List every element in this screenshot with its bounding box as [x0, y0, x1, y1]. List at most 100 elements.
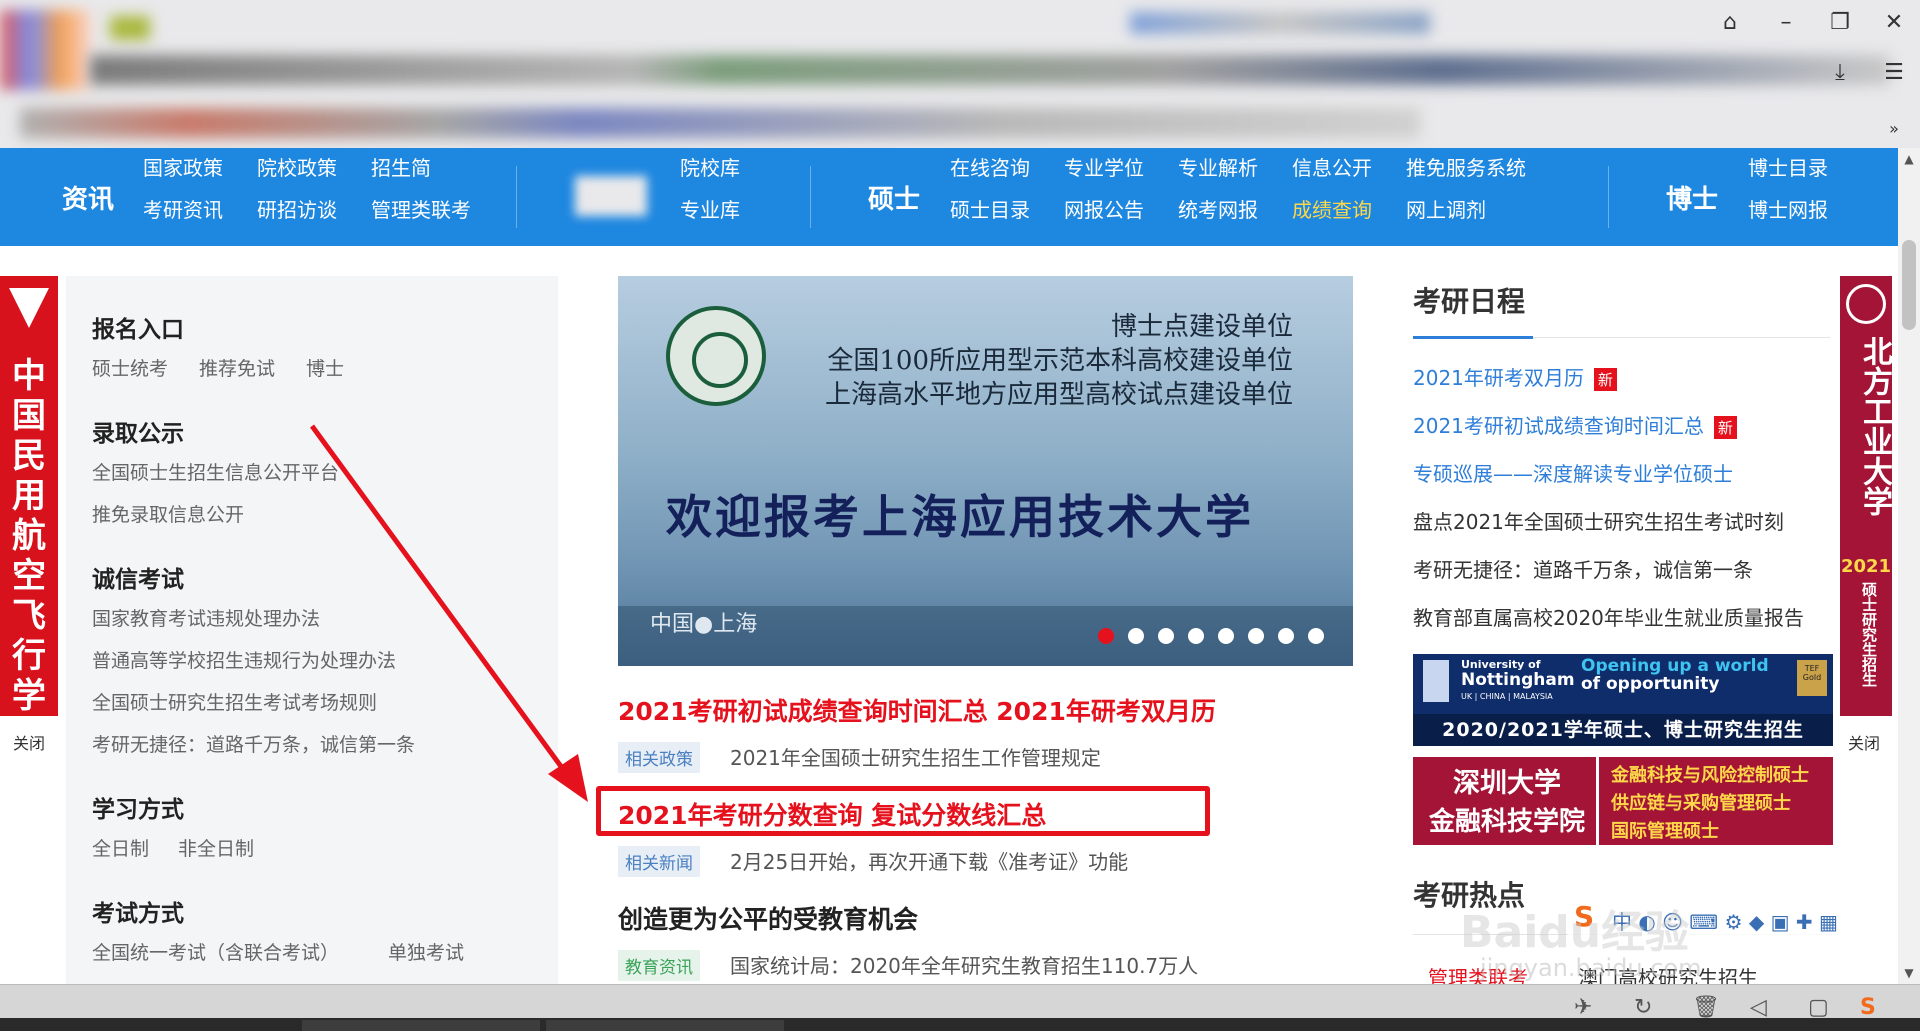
nav-link[interactable]: 研招访谈 — [257, 194, 337, 223]
nav-link[interactable]: 招生简 — [371, 152, 431, 181]
schedule-baseline — [1533, 337, 1830, 338]
nav-link[interactable]: 推免服务系统 — [1406, 152, 1526, 181]
menu-item[interactable]: 考研无捷径：道路千万条，诚信第一条 — [92, 730, 415, 757]
scroll-down-icon[interactable]: ▼ — [1898, 966, 1920, 980]
left-ad-text: 中国民用航空飞行学院 — [12, 356, 46, 756]
news-subline[interactable]: 国家统计局：2020年全年研究生教育招生110.7万人 — [730, 950, 1198, 979]
banner-place: 中国●上海 — [650, 612, 758, 637]
menu-heading: 报名入口 — [92, 317, 184, 343]
nav-link[interactable]: 管理类联考 — [371, 194, 471, 223]
schedule-item[interactable]: 教育部直属高校2020年毕业生就业质量报告 — [1413, 602, 1804, 631]
nav-link[interactable]: 专业解析 — [1178, 152, 1258, 181]
os-taskbar — [0, 1018, 1920, 1031]
history-icon[interactable]: ↻ — [1634, 995, 1652, 1020]
carousel-dot[interactable] — [1218, 628, 1234, 644]
nav-link[interactable]: 院校库 — [680, 152, 740, 181]
news-tag: 相关政策 — [618, 742, 700, 773]
close-icon[interactable]: ✕ — [1876, 12, 1912, 34]
schedule-item[interactable]: 2021年研考双月历新 — [1413, 362, 1617, 391]
schedule-item[interactable]: 专硕巡展——深度解读专业学位硕士 — [1413, 458, 1733, 487]
carousel-dot[interactable] — [1188, 628, 1204, 644]
nav-link[interactable]: 在线咨询 — [950, 152, 1030, 181]
nav-section-doctor[interactable]: 博士 — [1666, 148, 1718, 246]
carousel-dot[interactable] — [1278, 628, 1294, 644]
banner-subline: 博士点建设单位 — [1110, 312, 1293, 342]
carousel-dot[interactable] — [1308, 628, 1324, 644]
more-bookmarks-icon[interactable]: » — [1876, 118, 1912, 140]
download-icon[interactable]: ⤓ — [1822, 62, 1858, 84]
scrollbar-thumb[interactable] — [1902, 240, 1916, 330]
menu-item[interactable]: 博士 — [306, 354, 344, 381]
trash-icon[interactable]: 🗑 — [1692, 995, 1720, 1020]
nav-link[interactable]: 统考网报 — [1178, 194, 1258, 223]
menu-icon[interactable]: ☰ — [1876, 62, 1912, 84]
news-headline[interactable]: 创造更为公平的受教育机会 — [618, 900, 918, 936]
nav-link[interactable]: 硕士目录 — [950, 194, 1030, 223]
watermark: Baidu经验 — [1460, 907, 1690, 958]
schedule-item[interactable]: 考研无捷径：道路千万条，诚信第一条 — [1413, 554, 1753, 583]
left-float-ad[interactable]: 中国民用航空飞行学院 — [0, 276, 58, 756]
sogou-tray-icon[interactable]: S — [1860, 995, 1876, 1020]
carousel-dot[interactable] — [1248, 628, 1264, 644]
skin-icon[interactable]: ⌂ — [1712, 12, 1748, 34]
banner-carousel[interactable]: 博士点建设单位 全国100所应用型示范本科高校建设单位 上海高水平地方应用型高校… — [618, 276, 1353, 666]
nav-section-news[interactable]: 资讯 — [62, 148, 114, 246]
nav-section-master[interactable]: 硕士 — [868, 148, 920, 246]
nav-link[interactable]: 考研资讯 — [143, 194, 223, 223]
banner-title: 欢迎报考上海应用技术大学 — [666, 490, 1254, 544]
schedule-underline — [1413, 336, 1533, 339]
nav-link[interactable]: 博士目录 — [1748, 152, 1828, 181]
menu-item[interactable]: 推荐免试 — [199, 354, 275, 381]
window-icon[interactable]: ▢ — [1808, 995, 1829, 1020]
news-headline[interactable]: 2021考研初试成绩查询时间汇总 2021年研考双月历 — [618, 692, 1216, 728]
menu-item[interactable]: 全国硕士研究生招生考试考场规则 — [92, 688, 377, 715]
browser-chrome: ⌂ – ❐ ✕ ⤓ ☰ » — [0, 0, 1920, 148]
university-seal-icon — [666, 306, 766, 406]
menu-heading: 学习方式 — [92, 797, 184, 823]
menu-item[interactable]: 全国统一考试（含联合考试） — [92, 938, 339, 965]
blurred-address-bar — [90, 55, 1890, 85]
carousel-dot[interactable] — [1158, 628, 1174, 644]
menu-item[interactable]: 全国硕士生招生信息公开平台 — [92, 458, 339, 485]
nav-link[interactable]: 院校政策 — [257, 152, 337, 181]
restore-icon[interactable]: ❐ — [1822, 12, 1858, 34]
schedule-item[interactable]: 盘点2021年全国硕士研究生招生考试时刻 — [1413, 506, 1784, 535]
nav-link[interactable]: 专业学位 — [1064, 152, 1144, 181]
vertical-scrollbar[interactable]: ▲ ▼ — [1898, 148, 1920, 984]
right-float-ad[interactable]: 北方工业大学 2021 硕士研究生招生 — [1840, 276, 1892, 716]
menu-item[interactable]: 单独考试 — [388, 938, 464, 965]
nav-link[interactable]: 信息公开 — [1292, 152, 1372, 181]
taskbar-app[interactable] — [302, 1020, 540, 1031]
nav-link[interactable]: 博士网报 — [1748, 194, 1828, 223]
menu-item[interactable]: 国家教育考试违规处理办法 — [92, 604, 320, 631]
taskbar-app[interactable] — [546, 1020, 784, 1031]
menu-item[interactable]: 非全日制 — [178, 834, 254, 861]
nav-link[interactable]: 网上调剂 — [1406, 194, 1486, 223]
news-subline[interactable]: 2021年全国硕士研究生招生工作管理规定 — [730, 742, 1101, 771]
carousel-dot-active[interactable] — [1098, 628, 1114, 644]
left-ad-close-button[interactable]: 关闭 — [13, 730, 45, 754]
nav-link[interactable]: 专业库 — [680, 194, 740, 223]
menu-item[interactable]: 普通高等学校招生违规行为处理办法 — [92, 646, 396, 673]
banner-subline: 上海高水平地方应用型高校试点建设单位 — [824, 380, 1293, 410]
rocket-icon[interactable]: ✈ — [1574, 995, 1592, 1020]
left-menu: 报名入口 硕士统考 推荐免试 博士 录取公示 全国硕士生招生信息公开平台 推免录… — [66, 276, 558, 984]
right-ad-close-button[interactable]: 关闭 — [1848, 730, 1880, 754]
shenzhen-ad[interactable]: 深圳大学 金融科技学院 金融科技与风险控制硕士 供应链与采购管理硕士 国际管理硕… — [1413, 757, 1833, 845]
page-body: 中国民用航空飞行学院 关闭 报名入口 硕士统考 推荐免试 博士 录取公示 全国硕… — [0, 246, 1898, 984]
schedule-item[interactable]: 2021考研初试成绩查询时间汇总新 — [1413, 410, 1737, 439]
nav-divider — [516, 166, 517, 228]
nottingham-ad[interactable]: University of Nottingham UK | CHINA | MA… — [1413, 654, 1833, 746]
menu-item[interactable]: 推免录取信息公开 — [92, 500, 244, 527]
nav-link[interactable]: 网报公告 — [1064, 194, 1144, 223]
volume-icon[interactable]: ◁ — [1750, 995, 1767, 1020]
window-controls: ⌂ – ❐ ✕ ⤓ ☰ » — [1700, 0, 1920, 148]
scroll-up-icon[interactable]: ▲ — [1898, 152, 1920, 166]
menu-item[interactable]: 全日制 — [92, 834, 149, 861]
menu-item[interactable]: 硕士统考 — [92, 354, 168, 381]
nav-link-score-query[interactable]: 成绩查询 — [1292, 194, 1372, 223]
carousel-dot[interactable] — [1128, 628, 1144, 644]
minimize-icon[interactable]: – — [1768, 12, 1804, 34]
nav-link[interactable]: 国家政策 — [143, 152, 223, 181]
news-subline[interactable]: 2月25日开始，再次开通下载《准考证》功能 — [730, 846, 1128, 875]
